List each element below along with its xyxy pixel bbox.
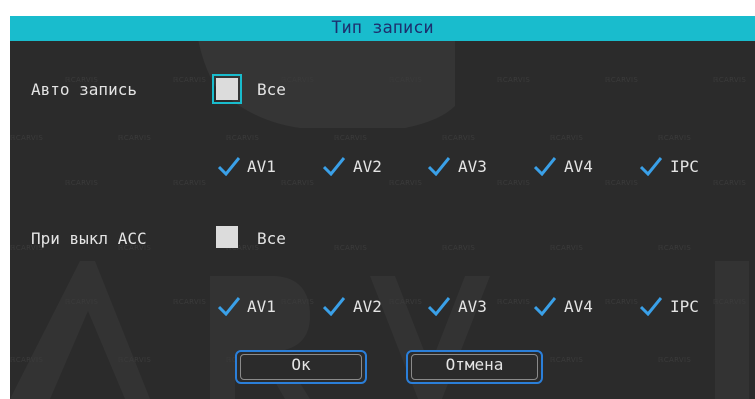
auto-av1-label: AV1 — [247, 157, 276, 176]
acc-ipc-checkbox[interactable] — [640, 296, 662, 316]
checkmark-icon — [534, 297, 556, 316]
acc-av3-checkbox[interactable] — [428, 296, 450, 316]
acc-av4-checkbox[interactable] — [534, 296, 556, 316]
auto-av2-checkbox[interactable] — [323, 156, 345, 176]
auto-av3-label: AV3 — [458, 157, 487, 176]
acc-av3-label: AV3 — [458, 297, 487, 316]
checkmark-icon — [640, 157, 662, 176]
auto-record-label: Авто запись — [31, 80, 137, 99]
dialog-title: Тип записи — [10, 16, 755, 41]
acc-av1-checkbox[interactable] — [218, 296, 240, 316]
acc-av4-label: AV4 — [564, 297, 593, 316]
acc-off-record-label: При выкл ACC — [31, 229, 147, 248]
cancel-button-label: Отмена — [445, 355, 504, 374]
auto-record-all-label: Все — [257, 80, 286, 99]
auto-av3-checkbox[interactable] — [428, 156, 450, 176]
auto-ipc-label: IPC — [670, 157, 699, 176]
acc-ipc-label: IPC — [670, 297, 699, 316]
checkmark-icon — [428, 157, 450, 176]
acc-av1-label: AV1 — [247, 297, 276, 316]
checkmark-icon — [323, 297, 345, 316]
checkmark-icon — [323, 157, 345, 176]
cancel-button[interactable]: Отмена — [406, 350, 543, 384]
acc-off-all-label: Все — [257, 229, 286, 248]
checkmark-icon — [534, 157, 556, 176]
auto-av4-label: AV4 — [564, 157, 593, 176]
checkmark-icon — [428, 297, 450, 316]
auto-av2-label: AV2 — [353, 157, 382, 176]
record-type-dialog: ℝCARVIS ℝCARVIS ℝCARVIS ℝCARVIS ℝCARVIS ℝCARV… — [10, 16, 755, 399]
auto-av1-checkbox[interactable] — [218, 156, 240, 176]
acc-off-all-checkbox[interactable] — [216, 226, 238, 248]
auto-ipc-checkbox[interactable] — [640, 156, 662, 176]
ok-button[interactable]: Ок — [235, 350, 367, 384]
acc-av2-checkbox[interactable] — [323, 296, 345, 316]
checkmark-icon — [218, 157, 240, 176]
auto-av4-checkbox[interactable] — [534, 156, 556, 176]
ok-button-label: Ок — [291, 355, 311, 374]
checkmark-icon — [640, 297, 662, 316]
acc-av2-label: AV2 — [353, 297, 382, 316]
checkmark-icon — [218, 297, 240, 316]
auto-record-all-checkbox[interactable] — [212, 74, 242, 104]
